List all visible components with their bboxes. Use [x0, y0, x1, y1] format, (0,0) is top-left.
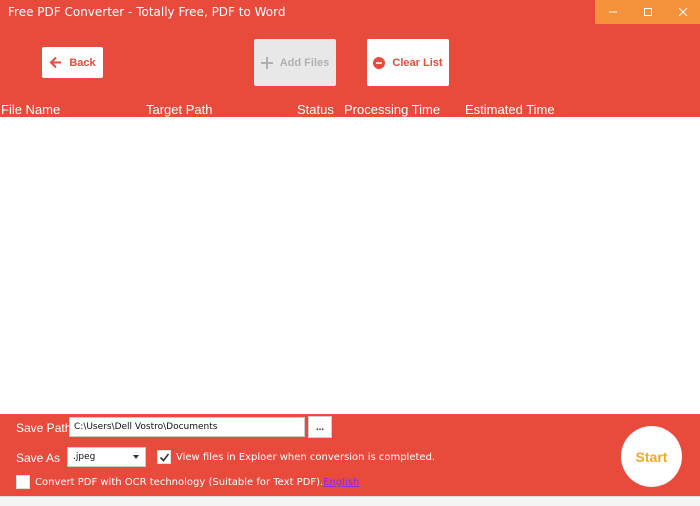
title-bar: Free PDF Converter - Totally Free, PDF t… [0, 0, 700, 24]
maximize-icon [643, 8, 652, 16]
window-title: Free PDF Converter - Totally Free, PDF t… [8, 5, 286, 19]
ocr-label-text: Convert PDF with OCR technology (Suitabl… [35, 477, 324, 488]
column-header-target-path[interactable]: Target Path [146, 102, 213, 117]
save-path-input[interactable]: C:\Users\Dell Vostro\Documents [69, 417, 305, 437]
checkmark-icon [159, 453, 169, 462]
minimize-button[interactable] [595, 0, 630, 24]
maximize-button[interactable] [630, 0, 665, 24]
view-files-checkbox[interactable] [157, 450, 171, 464]
save-as-select[interactable]: .jpeg [67, 447, 146, 467]
start-button[interactable]: Start [621, 426, 682, 487]
language-link[interactable]: English [323, 477, 359, 488]
back-button-label: Back [69, 56, 96, 69]
view-files-label: View files in Exploer when conversion is… [176, 452, 436, 463]
save-as-label: Save As [16, 451, 61, 465]
close-icon [678, 7, 687, 17]
chevron-down-icon [133, 455, 139, 459]
column-header-estimated-time[interactable]: Estimated Time [465, 102, 555, 117]
ocr-label: Convert PDF with OCR technology (Suitabl… [35, 477, 359, 488]
save-as-value: .jpeg [73, 452, 96, 462]
clear-list-label: Clear List [392, 56, 443, 69]
browse-button[interactable]: ... [308, 416, 332, 438]
status-strip [0, 496, 700, 506]
back-button[interactable]: Back [42, 47, 103, 78]
column-header-processing-time[interactable]: Processing Time [344, 102, 440, 117]
add-files-button[interactable]: Add Files [254, 39, 336, 86]
add-files-label: Add Files [279, 56, 330, 69]
clear-list-button[interactable]: Clear List [367, 39, 449, 86]
column-header-file-name[interactable]: File Name [1, 102, 60, 117]
close-button[interactable] [665, 0, 700, 24]
minimize-icon [608, 11, 617, 13]
minus-circle-icon [373, 56, 386, 69]
plus-icon [260, 56, 273, 69]
column-header-status[interactable]: Status [297, 102, 334, 117]
file-list[interactable] [0, 117, 700, 414]
window-controls [595, 0, 700, 24]
arrow-left-icon [49, 56, 62, 69]
save-path-label: Save Path [16, 421, 72, 435]
ocr-checkbox[interactable] [16, 475, 30, 489]
